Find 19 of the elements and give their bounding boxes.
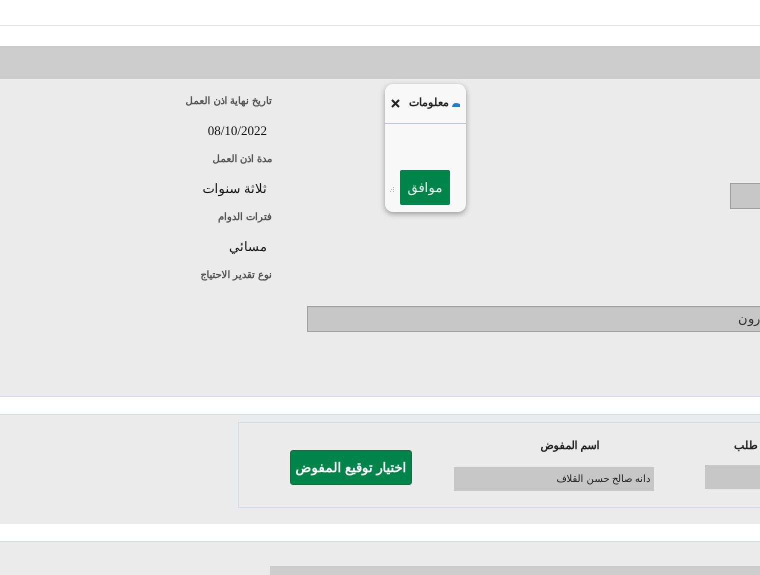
field-value: 08/10/2022 bbox=[208, 122, 267, 140]
field-label: اسم المفوض bbox=[539, 439, 601, 454]
text-field[interactable] bbox=[270, 566, 760, 575]
text-field[interactable]: رون bbox=[307, 306, 760, 332]
dialog-title: معلومات bbox=[409, 96, 449, 112]
text-field[interactable]: دانه صالح حسن القلاف bbox=[454, 467, 654, 491]
ok-button[interactable]: موافق bbox=[400, 170, 450, 205]
text-field[interactable] bbox=[705, 465, 760, 489]
field-label: فترات الدوام bbox=[218, 211, 272, 225]
text-field[interactable] bbox=[730, 183, 760, 209]
field-label: نوع تقدير الاحتياج bbox=[200, 269, 272, 283]
field-label: طلب bbox=[734, 439, 758, 454]
select-signature-button[interactable]: اختيار توقيع المفوض bbox=[290, 450, 412, 485]
field-label: مدة اذن العمل bbox=[212, 153, 272, 167]
field-value: مسائي bbox=[229, 238, 267, 256]
field-label: تاريخ نهاية اذن العمل bbox=[186, 95, 272, 109]
close-icon[interactable] bbox=[391, 99, 400, 108]
info-icon bbox=[452, 100, 460, 106]
field-value: ثلاثة سنوات bbox=[202, 180, 267, 198]
